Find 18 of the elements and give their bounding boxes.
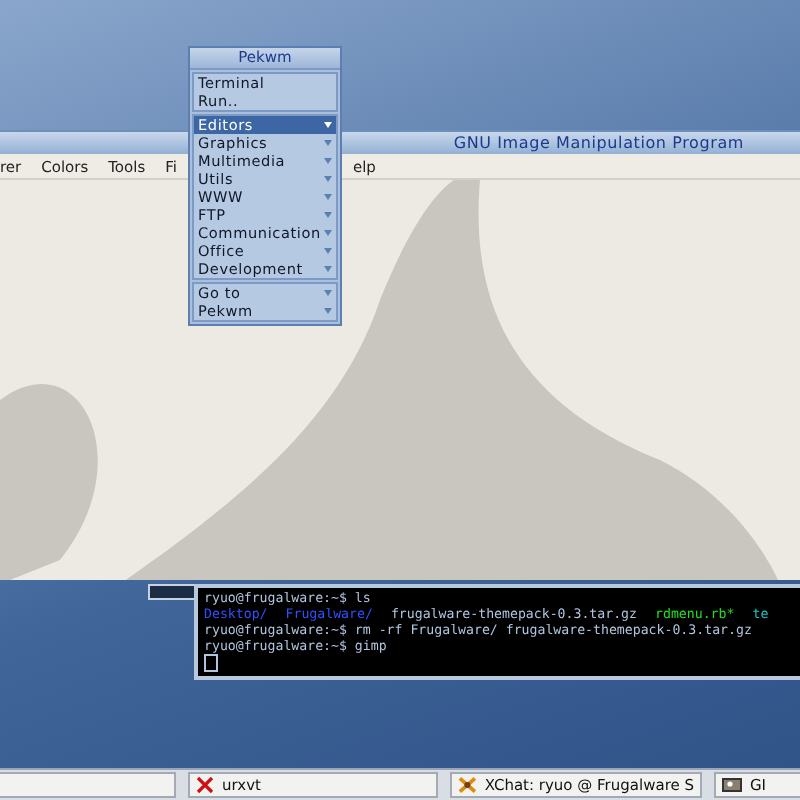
arrow-icon bbox=[324, 266, 332, 272]
arrow-icon bbox=[324, 194, 332, 200]
window-edge bbox=[148, 584, 194, 600]
terminal-cursor bbox=[204, 654, 218, 672]
arrow-icon bbox=[324, 290, 332, 296]
arrow-icon bbox=[324, 308, 332, 314]
arrow-icon bbox=[324, 230, 332, 236]
arrow-icon bbox=[324, 176, 332, 182]
window-title: GNU Image Manipulation Program bbox=[453, 134, 744, 152]
arrow-icon bbox=[324, 122, 332, 128]
arrow-icon bbox=[324, 140, 332, 146]
taskbar-button[interactable] bbox=[0, 772, 176, 798]
gimp-icon bbox=[722, 776, 742, 794]
arrow-icon bbox=[324, 248, 332, 254]
crossed-icon bbox=[458, 776, 477, 794]
arrow-icon bbox=[324, 212, 332, 218]
close-x-icon bbox=[196, 776, 214, 794]
arrow-icon bbox=[324, 158, 332, 164]
